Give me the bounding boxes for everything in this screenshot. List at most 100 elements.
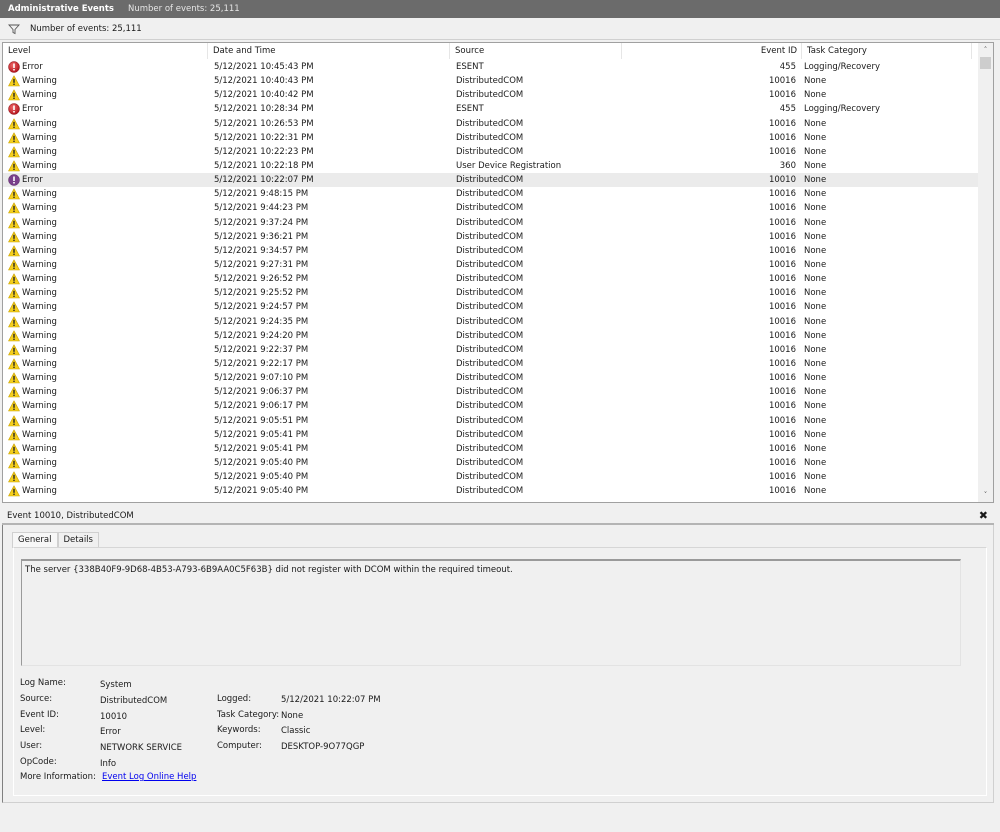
cell-source: DistributedCOM <box>456 429 524 440</box>
table-row[interactable]: Warning 5/12/2021 10:22:18 PM User Device … <box>3 159 979 173</box>
table-row[interactable]: Warning 5/12/2021 9:48:15 PM DistributedCO… <box>3 187 979 201</box>
level-text: Warning <box>22 203 57 214</box>
tab-general[interactable]: General <box>12 532 58 548</box>
event-message[interactable]: The server {338B40F9-9D68-4B53-A793-6B9A… <box>21 559 961 666</box>
level-value: Error <box>100 727 121 737</box>
cell-level: Warning <box>3 372 208 384</box>
column-header-task-category[interactable]: Task Category <box>802 43 972 59</box>
table-row[interactable]: Warning 5/12/2021 9:05:40 PM DistributedCO… <box>3 470 979 484</box>
scroll-up-icon[interactable]: ˄ <box>978 43 993 57</box>
filter-bar: Number of events: 25,111 <box>0 18 1000 40</box>
close-icon[interactable]: ✖ <box>979 509 988 522</box>
table-row[interactable]: Warning 5/12/2021 10:40:43 PM DistributedC… <box>3 74 979 88</box>
cell-level: Warning <box>3 75 208 87</box>
table-row[interactable]: Warning 5/12/2021 9:24:57 PM DistributedCO… <box>3 300 979 314</box>
cell-source: ESENT <box>456 62 484 73</box>
cell-date-time: 5/12/2021 9:48:15 PM <box>214 189 309 200</box>
level-text: Warning <box>22 189 57 200</box>
cell-date-time: 5/12/2021 9:36:21 PM <box>214 231 309 242</box>
cell-date-time: 5/12/2021 9:37:24 PM <box>214 217 309 228</box>
table-row[interactable]: Warning 5/12/2021 9:34:57 PM DistributedCO… <box>3 244 979 258</box>
table-row[interactable]: Warning 5/12/2021 9:05:41 PM DistributedCO… <box>3 428 979 442</box>
table-row[interactable]: Warning 5/12/2021 9:24:20 PM DistributedCO… <box>3 329 979 343</box>
log-name-value: System <box>100 680 132 690</box>
filter-icon[interactable] <box>8 23 20 35</box>
table-row[interactable]: Warning 5/12/2021 9:07:10 PM DistributedCO… <box>3 371 979 385</box>
table-row[interactable]: Warning 5/12/2021 9:26:52 PM DistributedCO… <box>3 272 979 286</box>
computer-label: Computer: <box>217 741 262 751</box>
tab-details[interactable]: Details <box>57 532 99 547</box>
cell-source: DistributedCOM <box>456 118 524 129</box>
table-row[interactable]: Error 5/12/2021 10:28:34 PM ESENT 455 Loggin… <box>3 102 979 116</box>
cell-source: DistributedCOM <box>456 415 524 426</box>
cell-date-time: 5/12/2021 9:05:40 PM <box>214 486 309 497</box>
cell-task-category: None <box>804 288 827 299</box>
keywords-label: Keywords: <box>217 725 261 735</box>
cell-level: Warning <box>3 160 208 172</box>
scroll-down-icon[interactable]: ˅ <box>978 488 993 502</box>
cell-date-time: 5/12/2021 10:22:18 PM <box>214 161 314 172</box>
table-row[interactable]: Warning 5/12/2021 9:05:40 PM DistributedCO… <box>3 456 979 470</box>
cell-task-category: None <box>804 76 827 87</box>
table-row[interactable]: Warning 5/12/2021 9:05:40 PM DistributedCO… <box>3 484 979 498</box>
cell-task-category: None <box>804 132 827 143</box>
cell-date-time: 5/12/2021 9:05:40 PM <box>214 458 309 468</box>
cell-date-time: 5/12/2021 9:06:37 PM <box>214 387 309 398</box>
cell-task-category: Logging/Recovery <box>804 62 880 73</box>
table-row[interactable]: Error 5/12/2021 10:45:43 PM ESENT 455 Loggin… <box>3 60 979 74</box>
table-row[interactable]: Warning 5/12/2021 9:44:23 PM DistributedCO… <box>3 201 979 215</box>
source-value: DistributedCOM <box>100 696 168 706</box>
table-row[interactable]: Warning 5/12/2021 9:22:17 PM DistributedCO… <box>3 357 979 371</box>
cell-source: DistributedCOM <box>456 472 524 483</box>
warning-icon <box>8 202 22 214</box>
table-row[interactable]: Warning 5/12/2021 9:27:31 PM DistributedCO… <box>3 258 979 272</box>
cell-event-id: 10016 <box>768 458 796 468</box>
cell-date-time: 5/12/2021 9:25:52 PM <box>214 288 309 299</box>
cell-date-time: 5/12/2021 10:45:43 PM <box>214 62 314 73</box>
cell-source: DistributedCOM <box>456 90 524 101</box>
column-header-event-id[interactable]: Event ID <box>622 43 802 59</box>
table-row[interactable]: Error 5/12/2021 10:22:07 PM DistributedCOM… <box>3 173 979 188</box>
table-row[interactable]: Warning 5/12/2021 9:37:24 PM DistributedCO… <box>3 216 979 230</box>
table-row[interactable]: Warning 5/12/2021 10:26:53 PM DistributedC… <box>3 117 979 131</box>
level-text: Warning <box>22 118 57 129</box>
table-row[interactable]: Warning 5/12/2021 9:25:52 PM DistributedCO… <box>3 286 979 300</box>
cell-task-category: None <box>804 161 827 172</box>
table-row[interactable]: Warning 5/12/2021 9:22:37 PM DistributedCO… <box>3 343 979 357</box>
warning-icon <box>8 231 22 243</box>
table-row[interactable]: Warning 5/12/2021 9:36:21 PM DistributedCO… <box>3 230 979 244</box>
cell-date-time: 5/12/2021 9:24:57 PM <box>214 302 309 313</box>
cell-source: DistributedCOM <box>456 231 524 242</box>
level-text: Warning <box>22 76 57 87</box>
warning-icon <box>8 245 22 257</box>
column-header-date-time[interactable]: Date and Time <box>208 43 450 59</box>
column-header-source[interactable]: Source <box>450 43 622 59</box>
table-row[interactable]: Warning 5/12/2021 9:05:41 PM DistributedCO… <box>3 442 979 456</box>
event-log-online-help-link[interactable]: Event Log Online Help <box>102 772 196 782</box>
opcode-value: Info <box>100 759 117 769</box>
table-row[interactable]: Warning 5/12/2021 9:06:37 PM DistributedCO… <box>3 385 979 399</box>
table-row[interactable]: Warning 5/12/2021 9:24:35 PM DistributedCO… <box>3 315 979 329</box>
table-row[interactable]: Warning 5/12/2021 10:22:31 PM DistributedC… <box>3 131 979 145</box>
level-text: Warning <box>22 429 57 440</box>
warning-icon <box>8 118 22 130</box>
user-label: User: <box>20 741 43 751</box>
cell-level: Warning <box>3 471 208 483</box>
table-row[interactable]: Warning 5/12/2021 10:22:23 PM DistributedC… <box>3 145 979 159</box>
cell-source: DistributedCOM <box>456 443 524 454</box>
scroll-thumb[interactable] <box>980 57 991 69</box>
cell-date-time: 5/12/2021 10:28:34 PM <box>214 104 314 115</box>
cell-level: Warning <box>3 400 208 412</box>
vertical-scrollbar[interactable]: ˄ ˅ <box>978 43 993 502</box>
cell-source: DistributedCOM <box>456 260 524 271</box>
column-header-level[interactable]: Level <box>3 43 208 59</box>
cell-source: DistributedCOM <box>456 344 524 355</box>
table-row[interactable]: Warning 5/12/2021 10:40:42 PM DistributedC… <box>3 88 979 102</box>
table-row[interactable]: Warning 5/12/2021 9:06:17 PM DistributedCO… <box>3 399 979 413</box>
cell-event-id: 10016 <box>768 118 796 129</box>
detail-tabs: General Details <box>12 532 99 548</box>
level-text: Warning <box>22 316 57 327</box>
cell-event-id: 10016 <box>768 472 796 483</box>
table-row[interactable]: Warning 5/12/2021 9:05:51 PM DistributedCO… <box>3 414 979 428</box>
level-text: Warning <box>22 90 57 101</box>
